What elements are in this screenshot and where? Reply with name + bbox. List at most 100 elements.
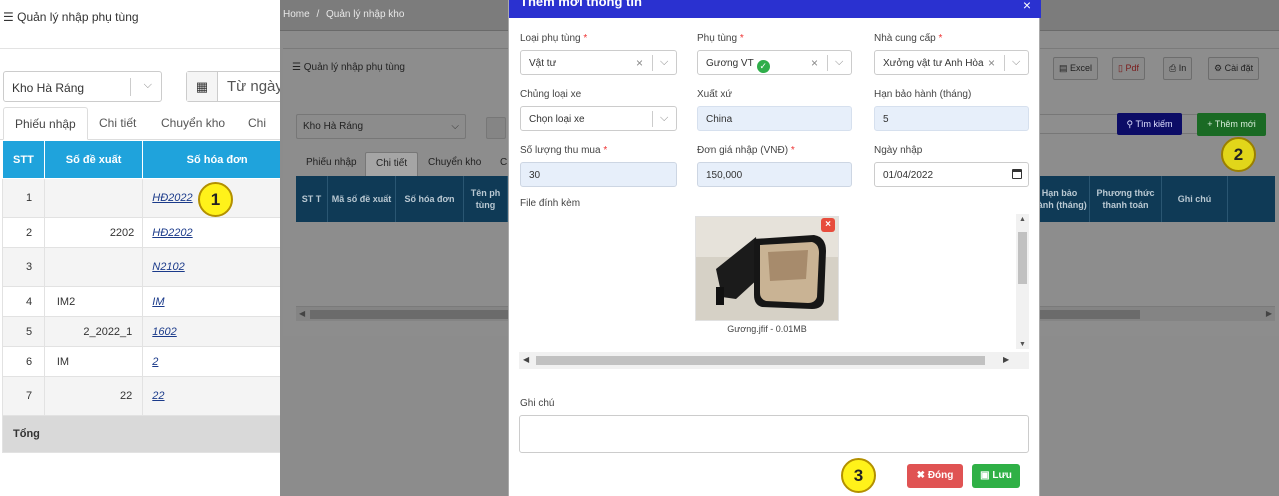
ngay-nhap-input[interactable]: 01/04/2022: [874, 162, 1029, 187]
step-marker-2: 2: [1221, 137, 1256, 172]
clear-icon[interactable]: ×: [988, 56, 995, 70]
invoice-link[interactable]: HĐ2022: [152, 192, 192, 204]
label-chung-loai-xe: Chủng loại xe: [520, 89, 582, 100]
chevron-down-icon: ⌵: [660, 56, 669, 68]
warehouse-select[interactable]: Kho Hà Ráng ⌵: [296, 114, 466, 139]
horizontal-scrollbar[interactable]: ◀ ▶: [519, 352, 1029, 369]
warehouse-select[interactable]: Kho Hà Ráng ⌵: [3, 71, 162, 102]
save-button[interactable]: ▣ Lưu: [972, 464, 1020, 488]
scrollbar-thumb[interactable]: [1018, 232, 1027, 284]
excel-button[interactable]: ▤ Excel: [1053, 57, 1099, 80]
total-row: Tổng: [2, 415, 280, 453]
table-row[interactable]: 1 HĐ2022: [2, 178, 280, 218]
tab-phieu-nhap[interactable]: Phiếu nhập: [296, 152, 367, 176]
invoice-link[interactable]: IM: [152, 296, 164, 308]
label-nha-cung-cap: Nhà cung cấp *: [874, 33, 943, 44]
tab-chuyen-kho[interactable]: Chuyển kho: [418, 152, 491, 176]
tab-bar: Phiếu nhập Chi tiết Chuyển kho Chi tiế: [0, 107, 280, 163]
search-button[interactable]: ⚲ Tìm kiếm: [1117, 113, 1182, 135]
pdf-button[interactable]: ▯ Pdf: [1112, 57, 1145, 80]
tab-chuyen-kho[interactable]: Chuyển kho: [161, 107, 225, 140]
chevron-down-icon: ⌵: [660, 112, 669, 124]
invoice-link[interactable]: 22: [152, 390, 164, 402]
invoice-link[interactable]: HĐ2202: [152, 227, 192, 239]
save-icon: ▣: [980, 470, 990, 481]
han-bao-hanh-field[interactable]: 5: [874, 106, 1029, 131]
header-so-hoa-don[interactable]: Số hóa đơn: [142, 140, 280, 179]
label-file-dinh-kem: File đính kèm: [520, 198, 581, 209]
header-so-de-xuat[interactable]: Số đề xuất: [43, 140, 144, 179]
invoice-link[interactable]: N2102: [152, 261, 184, 273]
phu-tung-select[interactable]: Gương VT ✓ × ⌵: [697, 50, 852, 75]
divider: [130, 78, 131, 96]
tab-chi-tiet[interactable]: Chi tiết: [99, 107, 136, 140]
table-row[interactable]: 3 N2102: [2, 247, 280, 287]
add-new-button[interactable]: + Thêm mới: [1197, 113, 1266, 136]
breadcrumb-home[interactable]: Home: [283, 9, 310, 20]
breadcrumb-current: Quản lý nhập kho: [326, 9, 405, 20]
table-row[interactable]: 6 IM 2: [2, 346, 280, 377]
don-gia-input[interactable]: 150,000: [697, 162, 852, 187]
invoice-link[interactable]: 1602: [152, 326, 176, 338]
nha-cung-cap-select[interactable]: Xưởng vật tư Anh Hòa × ⌵: [874, 50, 1029, 75]
clear-icon[interactable]: ×: [811, 56, 818, 70]
attachment-area: × Gương.jfif - 0.01MB ▲ ▼ ◀ ▶: [519, 214, 1029, 369]
label-don-gia: Đơn giá nhập (VNĐ) *: [697, 145, 795, 156]
invoice-link[interactable]: 2: [152, 356, 158, 368]
left-panel: ☰ Quản lý nhập phụ tùng Kho Hà Ráng ⌵ ▦ …: [0, 0, 280, 496]
table-row[interactable]: 4 IM2 IM: [2, 286, 280, 317]
breadcrumb: Home / Quản lý nhập kho: [283, 9, 405, 20]
search-icon: ⚲: [1126, 119, 1134, 129]
calendar-icon: ▦: [187, 72, 218, 101]
divider: [0, 48, 280, 49]
settings-button[interactable]: ⚙ Cài đặt: [1208, 57, 1260, 80]
vertical-scrollbar[interactable]: ▲ ▼: [1016, 214, 1029, 349]
print-button[interactable]: ⎙ In: [1163, 57, 1193, 80]
label-loai-phu-tung: Loại phụ tùng *: [520, 33, 588, 44]
label-xuat-xu: Xuất xứ: [697, 89, 733, 100]
scroll-left-icon: ◀: [299, 309, 306, 318]
plus-icon: +: [1207, 119, 1213, 129]
close-button[interactable]: ✖ Đóng: [907, 464, 963, 488]
xuat-xu-field[interactable]: China: [697, 106, 852, 131]
add-new-modal: Thêm mới thông tin × Loại phụ tùng * Vật…: [508, 0, 1041, 496]
menu-icon: ☰: [3, 10, 14, 24]
chung-loai-xe-select[interactable]: Chọn loại xe ⌵: [520, 106, 677, 131]
header-stt[interactable]: STT: [2, 140, 45, 179]
so-luong-input[interactable]: 30: [520, 162, 677, 187]
modal-header: Thêm mới thông tin ×: [509, 0, 1041, 18]
label-phu-tung: Phụ tùng *: [697, 33, 744, 44]
delete-attachment-button[interactable]: ×: [821, 218, 835, 232]
loai-phu-tung-select[interactable]: Vật tư × ⌵: [520, 50, 677, 75]
step-marker-1: 1: [198, 182, 233, 217]
close-icon[interactable]: ×: [1023, 0, 1031, 13]
tab-chi-tiet[interactable]: Chi tiết: [365, 152, 419, 176]
calendar-icon[interactable]: [1012, 169, 1022, 179]
menu-icon: ☰: [292, 62, 301, 73]
table-row[interactable]: 7 22 22: [2, 376, 280, 416]
mirror-image: [696, 217, 838, 320]
card-title: ☰ Quản lý nhập phụ tùng: [292, 62, 405, 73]
tab-chi-tiet-2[interactable]: Chi tiế: [248, 107, 280, 163]
scrollbar-thumb[interactable]: [536, 356, 985, 365]
label-so-luong: Số lượng thu mua *: [520, 145, 608, 156]
clear-icon[interactable]: ×: [636, 56, 643, 70]
excel-icon: ▤: [1059, 63, 1068, 73]
scroll-left-icon: ◀: [523, 355, 530, 364]
ghi-chu-textarea[interactable]: [519, 415, 1029, 453]
table-row[interactable]: 2 2202 HĐ2202: [2, 217, 280, 248]
scroll-up-icon: ▲: [1019, 216, 1026, 223]
check-circle-icon: ✓: [756, 60, 770, 73]
step-marker-3: 3: [841, 458, 876, 493]
modal-title: Thêm mới thông tin: [520, 0, 642, 9]
chevron-down-icon: ⌵: [1012, 56, 1021, 68]
scroll-right-icon: ▶: [1265, 309, 1272, 318]
chevron-down-icon: ⌵: [451, 121, 459, 132]
from-date-input[interactable]: ▦ Từ ngày: [186, 71, 280, 102]
tab-phieu-nhap[interactable]: Phiếu nhập: [3, 107, 88, 140]
label-ngay-nhap: Ngày nhập: [874, 145, 923, 156]
attachment-thumbnail[interactable]: [695, 216, 839, 321]
table-row[interactable]: 5 2_2022_1 1602: [2, 316, 280, 347]
print-icon: ⎙: [1169, 63, 1177, 73]
calendar-icon[interactable]: [486, 117, 506, 139]
